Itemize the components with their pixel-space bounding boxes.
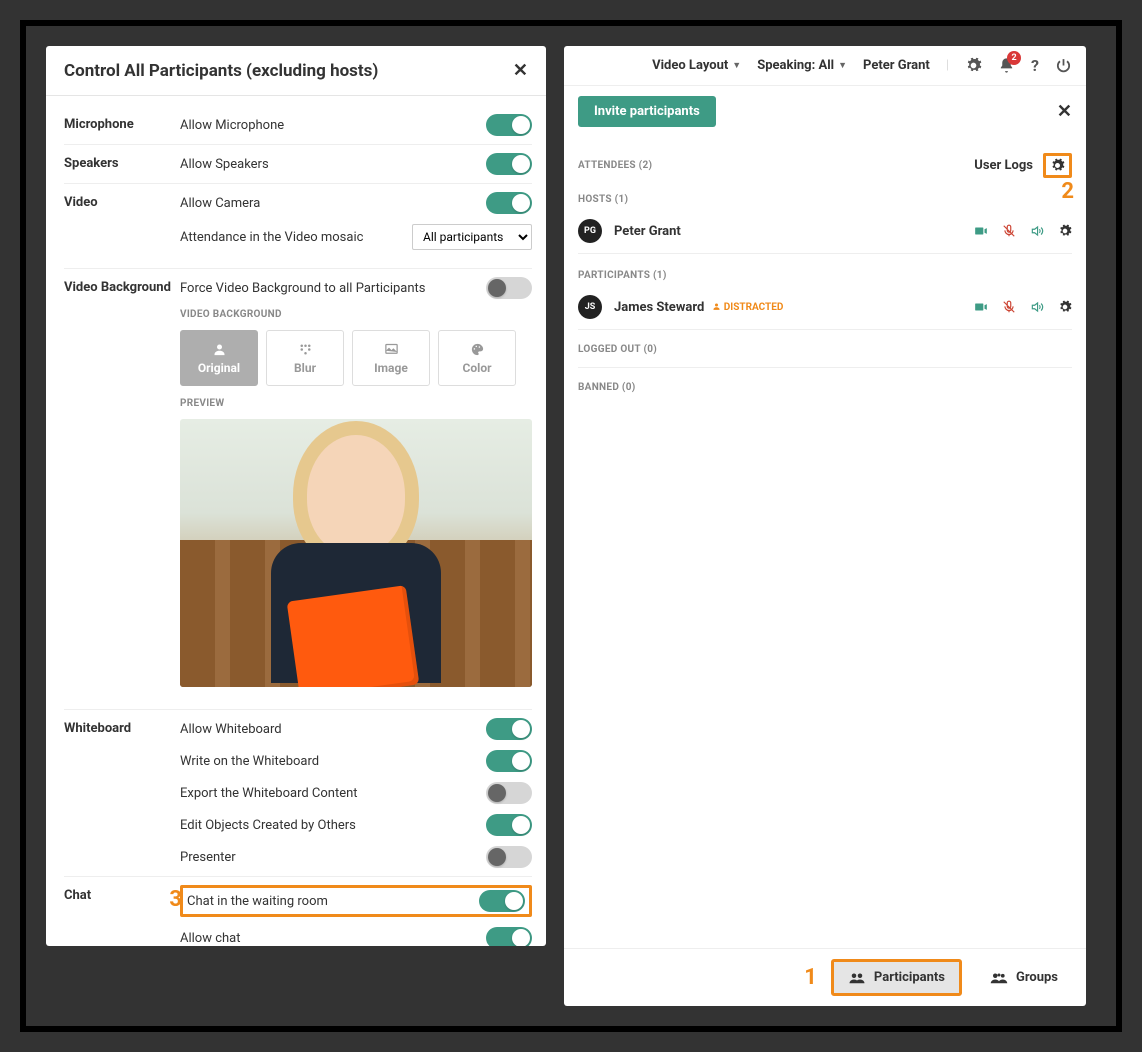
avatar: JS (578, 295, 602, 319)
participants-tab[interactable]: Participants (831, 959, 962, 996)
blur-icon (298, 342, 313, 357)
user-logs-link[interactable]: User Logs (974, 158, 1033, 173)
write-whiteboard-label: Write on the Whiteboard (180, 754, 319, 769)
notification-badge: 2 (1007, 51, 1021, 65)
participants-section-label: PARTICIPANTS (1) (578, 270, 1072, 281)
edit-whiteboard-toggle[interactable] (486, 814, 532, 836)
allow-whiteboard-label: Allow Whiteboard (180, 722, 282, 737)
marker-3: 3 (169, 887, 182, 912)
allow-microphone-toggle[interactable] (486, 114, 532, 136)
allow-speakers-toggle[interactable] (486, 153, 532, 175)
force-video-bg-label: Force Video Background to all Participan… (180, 281, 426, 296)
close-icon[interactable]: ✕ (513, 60, 528, 81)
top-bar: Video Layout▼ Speaking: All▼ Peter Grant… (564, 46, 1086, 86)
video-background-label: Video Background (64, 277, 180, 295)
video-bg-subhead: VIDEO BACKGROUND (180, 309, 532, 320)
bg-option-image[interactable]: Image (352, 330, 430, 386)
help-icon[interactable]: ? (1031, 56, 1039, 75)
attendance-label: Attendance in the Video mosaic (180, 230, 363, 245)
allow-chat-toggle[interactable] (486, 927, 532, 946)
whiteboard-label: Whiteboard (64, 718, 180, 736)
hosts-label: HOSTS (1) (578, 194, 1072, 205)
chat-label: Chat (64, 885, 180, 903)
microphone-label: Microphone (64, 114, 180, 132)
marker-2: 2 (1061, 179, 1074, 204)
video-layout-dropdown[interactable]: Video Layout▼ (652, 58, 741, 73)
export-whiteboard-toggle[interactable] (486, 782, 532, 804)
speaking-dropdown[interactable]: Speaking: All▼ (757, 58, 847, 73)
presenter-label: Presenter (180, 850, 236, 865)
write-whiteboard-toggle[interactable] (486, 750, 532, 772)
chat-waiting-highlight: Chat in the waiting room (180, 885, 532, 917)
allow-whiteboard-toggle[interactable] (486, 718, 532, 740)
chat-waiting-label: Chat in the waiting room (187, 894, 328, 909)
allow-speakers-label: Allow Speakers (180, 157, 269, 172)
bg-option-blur[interactable]: Blur (266, 330, 344, 386)
participant-row: JS James Steward DISTRACTED (578, 285, 1072, 330)
gear-icon[interactable] (1058, 224, 1072, 238)
camera-icon[interactable] (974, 224, 988, 238)
mic-muted-icon[interactable] (1002, 300, 1016, 314)
host-row: PG Peter Grant (578, 209, 1072, 254)
camera-icon[interactable] (974, 300, 988, 314)
video-preview (180, 419, 532, 687)
panel-title: Control All Participants (excluding host… (64, 61, 378, 81)
mic-muted-icon[interactable] (1002, 224, 1016, 238)
export-whiteboard-label: Export the Whiteboard Content (180, 786, 358, 801)
allow-camera-toggle[interactable] (486, 192, 532, 214)
close-icon[interactable]: ✕ (1057, 101, 1072, 122)
speaker-icon[interactable] (1030, 300, 1044, 314)
invite-participants-button[interactable]: Invite participants (578, 96, 716, 127)
caret-down-icon: ▼ (838, 60, 847, 71)
participants-panel: Video Layout▼ Speaking: All▼ Peter Grant… (564, 46, 1086, 1006)
host-name: Peter Grant (614, 224, 681, 239)
allow-microphone-label: Allow Microphone (180, 118, 284, 133)
edit-whiteboard-label: Edit Objects Created by Others (180, 818, 356, 833)
participant-name: James Steward (614, 300, 704, 315)
attendees-label: ATTENDEES (2) (578, 160, 652, 171)
current-user: Peter Grant (863, 58, 930, 73)
marker-1: 1 (804, 965, 817, 990)
chat-waiting-toggle[interactable] (479, 890, 525, 912)
group-icon (848, 971, 866, 985)
gear-icon[interactable] (965, 57, 982, 74)
speakers-label: Speakers (64, 153, 180, 171)
logged-out-label: LOGGED OUT (0) (578, 330, 1072, 368)
video-label: Video (64, 192, 180, 210)
caret-down-icon: ▼ (732, 60, 741, 71)
bell-icon[interactable]: 2 (998, 57, 1015, 74)
banned-label: BANNED (0) (578, 368, 1072, 405)
palette-icon (470, 342, 485, 357)
allow-chat-label: Allow chat (180, 931, 241, 946)
attendees-settings-highlight (1043, 153, 1072, 178)
image-icon (384, 342, 399, 357)
speaker-icon[interactable] (1030, 224, 1044, 238)
bg-option-color[interactable]: Color (438, 330, 516, 386)
groups-tab[interactable]: Groups (976, 962, 1072, 993)
preview-label: PREVIEW (180, 398, 532, 409)
bottom-bar: 1 Participants Groups (564, 948, 1086, 1006)
status-badge: DISTRACTED (712, 302, 783, 313)
presenter-toggle[interactable] (486, 846, 532, 868)
allow-camera-label: Allow Camera (180, 196, 260, 211)
person-icon (212, 342, 227, 357)
avatar: PG (578, 219, 602, 243)
force-video-bg-toggle[interactable] (486, 277, 532, 299)
gear-icon[interactable] (1058, 300, 1072, 314)
power-icon[interactable] (1055, 57, 1072, 74)
gear-icon[interactable] (1050, 158, 1065, 173)
attendance-select[interactable]: All participants (412, 224, 532, 250)
control-participants-panel: Control All Participants (excluding host… (46, 46, 546, 946)
bg-option-original[interactable]: Original (180, 330, 258, 386)
group-icon (990, 971, 1008, 985)
